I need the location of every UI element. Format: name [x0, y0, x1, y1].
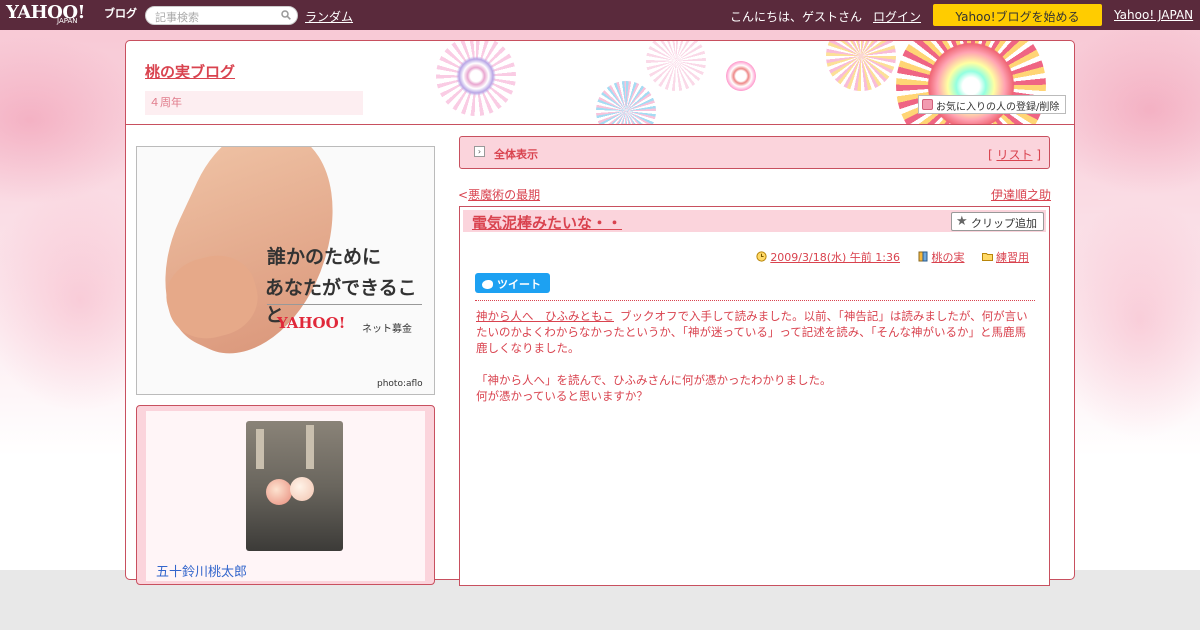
profile-name[interactable]: 五十鈴川桃太郎	[156, 561, 247, 580]
firework-decoration	[826, 41, 896, 91]
article: 電気泥棒みたいな・・ ★ クリップ追加 2009/3/18(水) 午前 1:36…	[459, 206, 1050, 586]
ad-headline-1: 誰かのために	[267, 246, 382, 268]
article-title[interactable]: 電気泥棒みたいな・・	[472, 212, 622, 233]
article-author[interactable]: 桃の実	[932, 251, 965, 264]
firework-decoration	[456, 56, 496, 96]
clock-icon	[756, 251, 767, 262]
yahoo-logo-sub: JAPAN	[57, 17, 78, 25]
firework-decoration	[646, 41, 706, 91]
random-link[interactable]: ランダム	[305, 8, 353, 25]
search-icon[interactable]	[281, 10, 291, 20]
view-all-title: 全体表示	[494, 148, 538, 161]
blog-header: 桃の実ブログ ４周年 お気に入りの人の登録/削除	[126, 41, 1074, 125]
paragraph-2b: 何が憑かっていると思いますか？	[476, 389, 648, 403]
donation-ad-banner[interactable]: 誰かのために あなたができること YAHOO! ネット募金 photo:aflo	[136, 146, 435, 395]
peach-decoration	[290, 477, 314, 501]
favorite-button[interactable]: お気に入りの人の登録/削除	[918, 95, 1066, 114]
next-post-title[interactable]: 伊達順之助	[991, 188, 1051, 202]
search-placeholder: 記事検索	[155, 11, 199, 24]
list-view-link[interactable]: [ リスト ]	[988, 146, 1041, 163]
top-bar: YAHOO! JAPAN ブログ 記事検索 ランダム こんにちは、ゲストさん ロ…	[0, 0, 1200, 30]
twitter-bird-icon	[482, 280, 493, 289]
anniversary-badge: ４周年	[145, 91, 363, 115]
list-link-open: [	[987, 148, 993, 162]
peach-decoration	[256, 429, 264, 469]
clip-button[interactable]: ★ クリップ追加	[951, 212, 1044, 231]
start-blog-button[interactable]: Yahoo!ブログを始める	[933, 4, 1102, 26]
article-divider	[475, 300, 1035, 301]
firework-decoration	[596, 81, 656, 124]
profile-inner: 五十鈴川桃太郎	[146, 411, 425, 581]
yahoo-japan-link[interactable]: Yahoo! JAPAN	[1114, 8, 1193, 22]
ad-yahoo-logo: YAHOO!	[277, 314, 346, 332]
ad-photo-credit: photo:aflo	[377, 379, 423, 389]
paragraph-2a: 「神から人へ」を読んで、ひふみさんに何が憑かったわかりました。	[476, 373, 832, 387]
article-header: 電気泥棒みたいな・・ ★ クリップ追加	[463, 210, 1046, 232]
list-icon: ›	[474, 146, 485, 157]
view-all-bar: › 全体表示 [ リスト ]	[459, 136, 1050, 169]
article-body: 神から人へ ひふみともこ ブックオフで入手して読みました。以前、「神告記」は読みま…	[476, 308, 1033, 404]
list-link-close: ]	[1036, 148, 1041, 162]
favorite-button-label: お気に入りの人の登録/削除	[936, 102, 1060, 113]
greeting-text: こんにちは、ゲストさん	[730, 10, 863, 24]
tweet-button-label: ツイート	[497, 278, 541, 291]
peach-decoration	[306, 425, 314, 469]
book-link[interactable]: 神から人へ ひふみともこ	[476, 309, 614, 323]
prev-arrow: <	[458, 188, 469, 202]
clip-button-label: クリップ追加	[971, 217, 1037, 230]
favorite-icon	[922, 99, 933, 110]
article-category[interactable]: 練習用	[996, 251, 1029, 264]
profile-photo[interactable]	[246, 421, 343, 551]
tweet-button[interactable]: ツイート	[475, 273, 550, 293]
search-input[interactable]: 記事検索	[145, 6, 298, 25]
login-link[interactable]: ログイン	[873, 8, 921, 25]
blog-title[interactable]: 桃の実ブログ	[145, 61, 235, 82]
prev-post-link[interactable]: <悪魔術の最期	[458, 186, 540, 203]
ad-divider	[267, 304, 422, 305]
article-datetime[interactable]: 2009/3/18(水) 午前 1:36	[770, 251, 900, 264]
article-paragraph: 神から人へ ひふみともこ ブックオフで入手して読みました。以前、「神告記」は読みま…	[476, 308, 1033, 356]
ad-logo-sub: ネット募金	[362, 324, 412, 335]
peach-decoration	[266, 479, 292, 505]
list-link-label[interactable]: リスト	[996, 148, 1032, 162]
prev-post-title[interactable]: 悪魔術の最期	[468, 188, 540, 202]
firework-decoration	[726, 61, 756, 91]
profile-box: 五十鈴川桃太郎	[136, 405, 435, 585]
folder-icon	[982, 253, 993, 261]
book-icon	[918, 251, 927, 262]
article-meta: 2009/3/18(水) 午前 1:36 桃の実 練習用	[742, 249, 1029, 265]
main-panel: 桃の実ブログ ４周年 お気に入りの人の登録/削除 誰かのために あなたができるこ…	[125, 40, 1075, 586]
blog-logo-label[interactable]: ブログ	[104, 5, 137, 21]
star-icon: ★	[956, 214, 968, 229]
